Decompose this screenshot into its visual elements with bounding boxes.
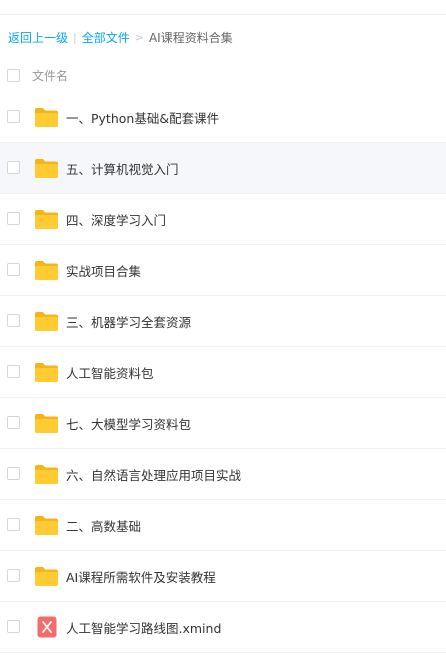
- file-name[interactable]: 人工智能资料包: [66, 363, 154, 382]
- file-row[interactable]: 二、高数基础: [0, 500, 446, 551]
- current-folder-label: AI课程资料合集: [148, 30, 233, 45]
- row-checkbox[interactable]: [7, 467, 20, 480]
- row-checkbox[interactable]: [7, 161, 20, 174]
- row-checkbox[interactable]: [7, 212, 20, 225]
- row-checkbox[interactable]: [7, 518, 20, 531]
- back-link[interactable]: 返回上一级: [8, 29, 68, 46]
- folder-icon: [35, 159, 58, 178]
- file-name[interactable]: 三、机器学习全套资源: [66, 312, 191, 331]
- file-name[interactable]: AI课程所需软件及安装教程: [66, 567, 216, 586]
- file-row[interactable]: 人工智能学习路线图.xmind: [0, 602, 446, 653]
- file-row[interactable]: 四、深度学习入门: [0, 194, 446, 245]
- file-name[interactable]: 二、高数基础: [66, 516, 141, 535]
- file-name[interactable]: 实战项目合集: [66, 261, 141, 280]
- folder-icon: [35, 108, 58, 127]
- row-checkbox[interactable]: [7, 365, 20, 378]
- row-checkbox[interactable]: [7, 416, 20, 429]
- folder-icon: [35, 210, 58, 229]
- row-checkbox[interactable]: [7, 263, 20, 276]
- file-row[interactable]: 六、自然语言处理应用项目实战: [0, 449, 446, 500]
- file-list-header: 文件名: [0, 58, 446, 92]
- folder-icon: [35, 516, 58, 535]
- folder-icon: [35, 414, 58, 433]
- row-checkbox[interactable]: [7, 569, 20, 582]
- file-name[interactable]: 人工智能学习路线图.xmind: [66, 618, 221, 637]
- folder-icon: [35, 312, 58, 331]
- folder-icon: [35, 567, 58, 586]
- all-files-link[interactable]: 全部文件: [82, 29, 130, 46]
- breadcrumb-divider: |: [73, 30, 77, 44]
- xmind-file-icon: [37, 616, 57, 638]
- name-column-header[interactable]: 文件名: [32, 67, 68, 84]
- file-row[interactable]: 三、机器学习全套资源: [0, 296, 446, 347]
- row-checkbox[interactable]: [7, 110, 20, 123]
- breadcrumb-separator: >: [134, 30, 144, 44]
- file-row[interactable]: 一、Python基础&配套课件: [0, 92, 446, 143]
- row-checkbox[interactable]: [7, 620, 20, 633]
- file-row[interactable]: 五、计算机视觉入门: [0, 143, 446, 194]
- select-all-checkbox[interactable]: [7, 68, 20, 82]
- file-row[interactable]: 人工智能资料包: [0, 347, 446, 398]
- file-name[interactable]: 一、Python基础&配套课件: [66, 108, 219, 127]
- top-divider: [0, 14, 446, 15]
- file-name[interactable]: 五、计算机视觉入门: [66, 159, 179, 178]
- file-name[interactable]: 四、深度学习入门: [66, 210, 166, 229]
- file-name[interactable]: 七、大模型学习资料包: [66, 414, 191, 433]
- file-name[interactable]: 六、自然语言处理应用项目实战: [66, 465, 241, 484]
- file-row[interactable]: 实战项目合集: [0, 245, 446, 296]
- file-row[interactable]: 七、大模型学习资料包: [0, 398, 446, 449]
- folder-icon: [35, 465, 58, 484]
- breadcrumb: 返回上一级 | 全部文件 > AI课程资料合集: [8, 27, 233, 47]
- file-row[interactable]: AI课程所需软件及安装教程: [0, 551, 446, 602]
- folder-icon: [35, 261, 58, 280]
- row-checkbox[interactable]: [7, 314, 20, 327]
- folder-icon: [35, 363, 58, 382]
- file-list: 一、Python基础&配套课件 五、计算机视觉入门 四、深度学习入门 实战项目合…: [0, 92, 446, 653]
